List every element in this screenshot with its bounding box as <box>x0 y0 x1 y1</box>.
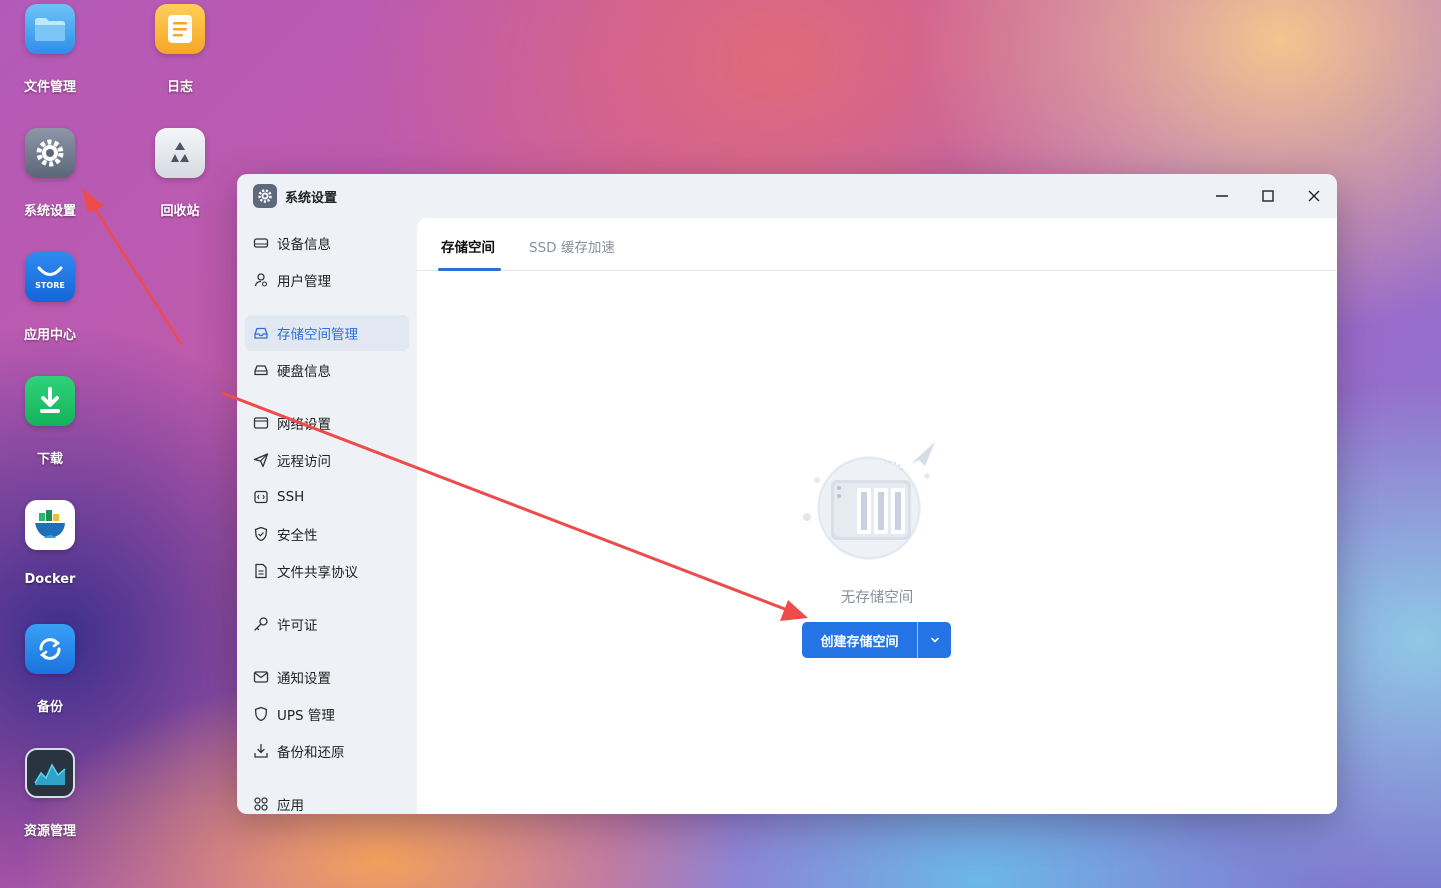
chevron-down-icon <box>930 637 939 643</box>
sidebar-item-label: 硬盘信息 <box>277 364 331 380</box>
tab-storage-space[interactable]: 存储空间 <box>441 236 495 256</box>
desktop-icon-backup[interactable]: 备份 <box>5 624 95 715</box>
send-icon <box>253 452 269 468</box>
gear-icon <box>253 184 277 208</box>
desktop-icon-label: 文件管理 <box>23 80 76 95</box>
main-content: 存储空间 SSD 缓存加速 无存储空间 创建存储空间 <box>417 218 1337 814</box>
desktop-icon-docker[interactable]: Docker <box>5 500 95 587</box>
sidebar-item-label: 存储空间管理 <box>277 327 358 343</box>
sidebar-item-label: 文件共享协议 <box>277 565 358 581</box>
sidebar-item-license[interactable]: 许可证 <box>245 606 409 642</box>
sidebar-item-file-sharing[interactable]: 文件共享协议 <box>245 553 409 589</box>
apps-icon <box>253 796 269 812</box>
sidebar-item-label: 备份和还原 <box>277 745 345 761</box>
desktop-icon-system-settings[interactable]: 系统设置 <box>5 128 95 219</box>
shield-icon <box>253 706 269 722</box>
maximize-button[interactable] <box>1256 184 1280 208</box>
sidebar-item-user-management[interactable]: 用户管理 <box>245 262 409 298</box>
log-icon <box>155 4 205 54</box>
sidebar-item-label: 通知设置 <box>277 671 331 687</box>
sidebar-item-label: 网络设置 <box>277 417 331 433</box>
user-icon <box>253 272 269 288</box>
minimize-button[interactable] <box>1210 184 1234 208</box>
download-tray-icon <box>253 743 269 759</box>
desktop-icon-recycle-bin[interactable]: 回收站 <box>135 128 225 219</box>
create-storage-button[interactable]: 创建存储空间 <box>802 622 918 658</box>
desktop-icon-label: 应用中心 <box>23 328 76 343</box>
tab-ssd-cache[interactable]: SSD 缓存加速 <box>529 236 615 256</box>
gear-icon <box>25 128 75 178</box>
ssh-icon <box>253 489 269 505</box>
settings-sidebar: 设备信息 用户管理 存储空间管理 硬盘信息 网络设置 远程访问 SSH 安全性 <box>237 218 417 814</box>
sidebar-item-disk-info[interactable]: 硬盘信息 <box>245 352 409 388</box>
sidebar-item-label: UPS 管理 <box>277 708 335 724</box>
shield-check-icon <box>253 526 269 542</box>
desktop-icon-file-manager[interactable]: 文件管理 <box>5 4 95 95</box>
desktop-icon-label: Docker <box>24 572 76 587</box>
sidebar-item-ups-management[interactable]: UPS 管理 <box>245 696 409 732</box>
desktop-icon-app-center[interactable]: STORE 应用中心 <box>5 252 95 343</box>
recycle-icon <box>155 128 205 178</box>
network-icon <box>253 415 269 431</box>
desktop-icon-label: 日志 <box>166 80 193 95</box>
sidebar-item-notification-settings[interactable]: 通知设置 <box>245 659 409 695</box>
desktop-icon-download[interactable]: 下载 <box>5 376 95 467</box>
store-badge: STORE <box>35 280 65 290</box>
desktop-icon-log[interactable]: 日志 <box>135 4 225 95</box>
store-icon: STORE <box>25 252 75 302</box>
folder-icon <box>25 4 75 54</box>
empty-storage-illustration <box>803 442 935 560</box>
desktop-icon-label: 回收站 <box>160 204 200 219</box>
sidebar-item-network-settings[interactable]: 网络设置 <box>245 405 409 441</box>
sidebar-item-backup-restore[interactable]: 备份和还原 <box>245 733 409 769</box>
sidebar-item-label: 安全性 <box>277 528 318 544</box>
sidebar-item-label: SSH <box>277 489 305 505</box>
document-icon <box>253 563 269 579</box>
sidebar-item-label: 远程访问 <box>277 454 331 470</box>
device-icon <box>253 235 269 251</box>
activity-monitor-icon <box>25 748 75 798</box>
backup-icon <box>25 624 75 674</box>
sidebar-item-security[interactable]: 安全性 <box>245 516 409 552</box>
empty-state-text: 无存储空间 <box>840 590 914 606</box>
key-icon <box>253 616 269 632</box>
sidebar-item-label: 应用 <box>277 798 304 814</box>
docker-icon <box>25 500 75 550</box>
system-settings-window: 系统设置 设备信息 用户管理 存储空间管理 硬盘信息 网络设置 远程访问 SSH… <box>237 174 1337 814</box>
sidebar-item-apps[interactable]: 应用 <box>245 786 409 814</box>
sidebar-item-storage-management[interactable]: 存储空间管理 <box>245 315 409 351</box>
mail-icon <box>253 669 269 685</box>
close-icon <box>1308 190 1320 202</box>
disk-icon <box>253 362 269 378</box>
active-tab-indicator <box>438 268 501 271</box>
tab-bar: 存储空间 SSD 缓存加速 <box>417 218 1337 271</box>
sidebar-item-label: 许可证 <box>277 618 318 634</box>
window-titlebar[interactable]: 系统设置 <box>237 174 1337 218</box>
create-storage-dropdown-button[interactable] <box>918 622 951 658</box>
download-icon <box>25 376 75 426</box>
desktop-icon-label: 资源管理 <box>23 824 76 839</box>
desktop-icon-resource-monitor[interactable]: 资源管理 <box>5 748 95 839</box>
create-storage-split-button: 创建存储空间 <box>802 622 951 658</box>
desktop-icon-label: 系统设置 <box>23 204 76 219</box>
desktop-icon-label: 下载 <box>36 452 63 467</box>
sidebar-item-device-info[interactable]: 设备信息 <box>245 225 409 261</box>
maximize-icon <box>1262 190 1274 202</box>
minimize-icon <box>1216 195 1228 197</box>
close-button[interactable] <box>1302 184 1326 208</box>
sidebar-item-label: 用户管理 <box>277 274 331 290</box>
sidebar-item-label: 设备信息 <box>277 237 331 253</box>
sidebar-item-remote-access[interactable]: 远程访问 <box>245 442 409 478</box>
sidebar-item-ssh[interactable]: SSH <box>245 479 409 515</box>
desktop-icon-label: 备份 <box>36 700 63 715</box>
window-title: 系统设置 <box>285 190 338 206</box>
storage-icon <box>253 325 269 341</box>
